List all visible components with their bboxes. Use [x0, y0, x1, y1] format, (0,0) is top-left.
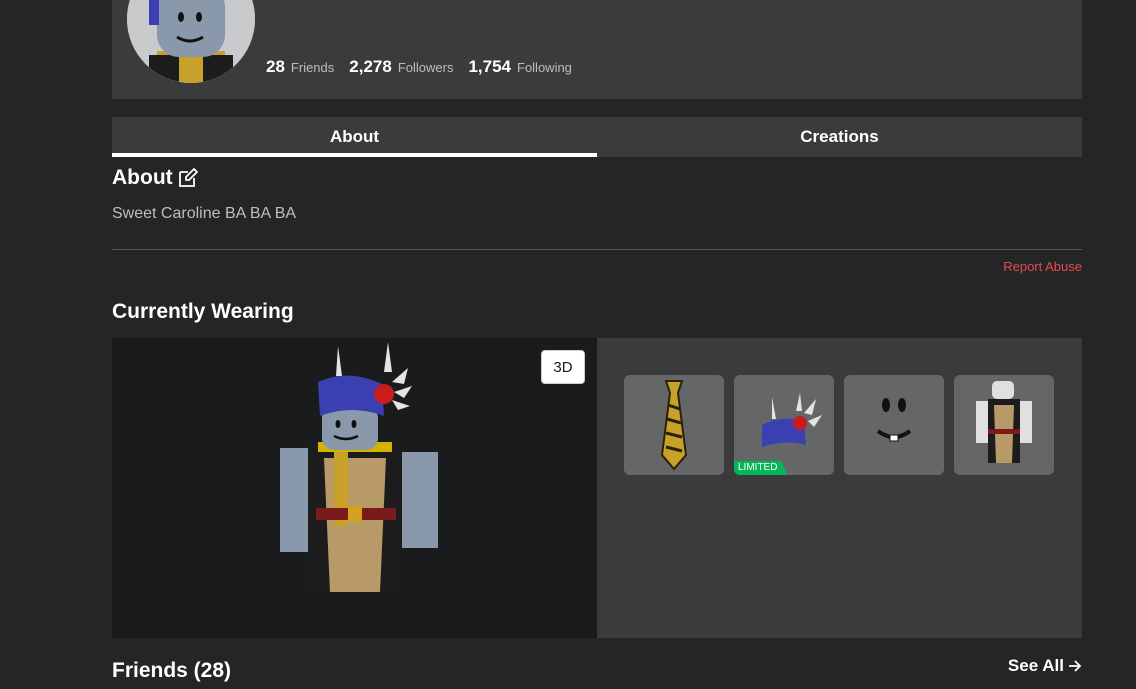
following-count: 1,754	[468, 57, 511, 76]
arrow-right-icon	[1069, 660, 1082, 672]
wearing-item-tie[interactable]	[624, 375, 724, 475]
3d-toggle-button[interactable]: 3D	[541, 350, 585, 384]
limited-badge: LIMITED	[734, 461, 788, 475]
divider	[112, 249, 1082, 250]
profile-tabs: About Creations	[112, 117, 1082, 157]
tab-about[interactable]: About	[112, 117, 597, 157]
wearing-items-panel: LIMITED	[597, 338, 1082, 638]
avatar-headshot-icon	[127, 0, 255, 83]
friends-count: 28	[266, 57, 285, 76]
followers-stat[interactable]: 2,278 Followers	[349, 57, 453, 77]
following-stat[interactable]: 1,754 Following	[468, 57, 571, 77]
about-section-header: About	[112, 166, 199, 190]
profile-stats: 28 Friends 2,278 Followers 1,754 Followi…	[266, 57, 572, 77]
friends-stat[interactable]: 28 Friends	[266, 57, 334, 77]
tie-icon	[660, 380, 688, 471]
wearing-item-hat[interactable]: LIMITED	[734, 375, 834, 475]
tab-creations[interactable]: Creations	[597, 117, 1082, 157]
following-label: Following	[517, 60, 572, 75]
wearing-item-face[interactable]	[844, 375, 944, 475]
smile-face-icon	[876, 398, 912, 442]
followers-count: 2,278	[349, 57, 392, 76]
about-bio: Sweet Caroline BA BA BA	[112, 205, 297, 222]
followers-label: Followers	[397, 60, 454, 75]
wearing-item-shirt[interactable]	[954, 375, 1054, 475]
currently-wearing-heading: Currently Wearing	[112, 300, 294, 323]
edit-icon[interactable]	[177, 167, 199, 189]
avatar-figure-icon	[280, 342, 438, 592]
avatar-preview[interactable]: 3D	[112, 338, 597, 638]
friends-heading: Friends (28)	[112, 659, 232, 682]
about-heading: About	[112, 166, 173, 189]
profile-header: 28 Friends 2,278 Followers 1,754 Followi…	[112, 0, 1082, 99]
see-all-friends-link[interactable]: See All	[1008, 656, 1082, 676]
avatar[interactable]	[127, 0, 255, 83]
winged-hat-icon	[762, 393, 822, 447]
friends-label: Friends	[290, 60, 335, 75]
see-all-label: See All	[1007, 656, 1064, 675]
report-abuse-link[interactable]: Report Abuse	[1003, 259, 1082, 274]
jacket-shirt-icon	[976, 381, 1032, 463]
